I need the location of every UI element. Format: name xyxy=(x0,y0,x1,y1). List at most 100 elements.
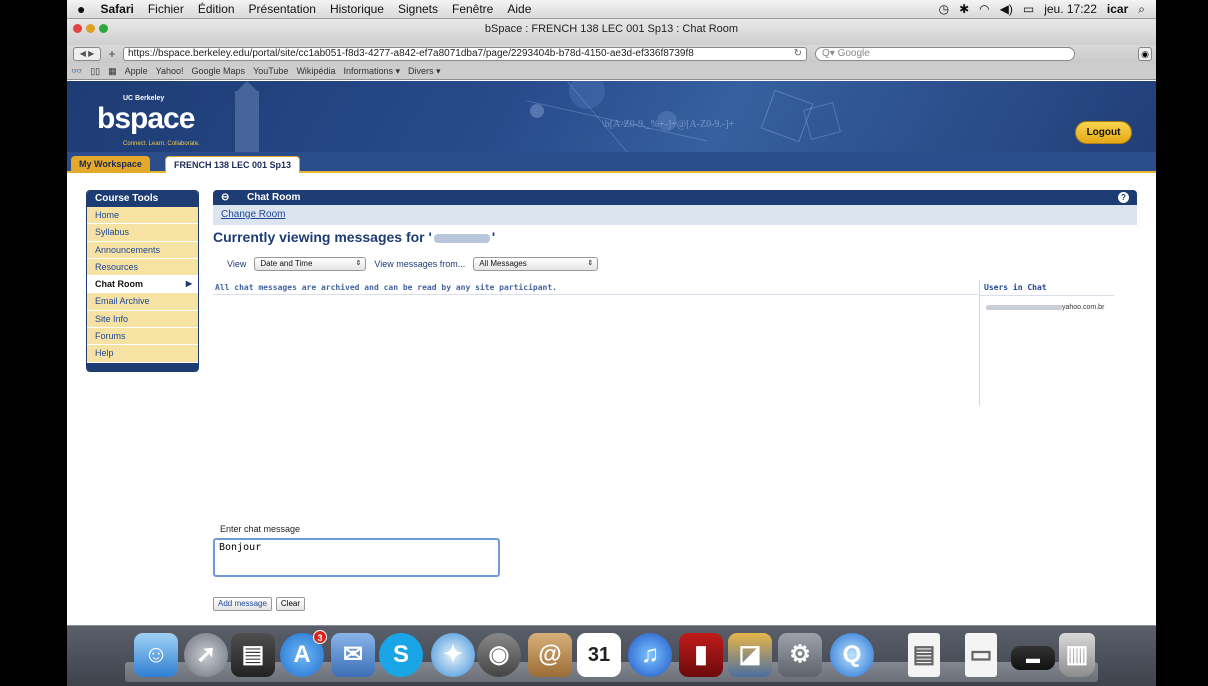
facetime-icon[interactable]: ◉ xyxy=(477,633,521,677)
bookmark-yahoo[interactable]: Yahoo! xyxy=(152,66,188,76)
volume-icon[interactable]: ◀) xyxy=(995,2,1018,16)
reset-icon[interactable]: ⊖ xyxy=(221,190,229,205)
bookmark-divers[interactable]: Divers ▾ xyxy=(404,66,445,77)
sidebar-item-label: Syllabus xyxy=(95,227,130,238)
help-icon[interactable]: ? xyxy=(1118,192,1129,203)
menu-signets[interactable]: Signets xyxy=(391,2,445,16)
top-sites-icon[interactable]: ▦ xyxy=(104,66,121,77)
logo-text: bspace xyxy=(97,102,195,135)
user-entry: yahoo.com.br xyxy=(980,296,1114,311)
sidebar-item-help[interactable]: Help xyxy=(87,345,198,363)
launchpad-icon[interactable]: ➚ xyxy=(184,633,228,677)
menu-fichier[interactable]: Fichier xyxy=(141,2,191,16)
sidebar-item-label: Site Info xyxy=(95,313,129,324)
sidebar-item-home[interactable]: Home xyxy=(87,207,198,225)
view-filters: View Date and Time ⇕ View messages from.… xyxy=(227,257,606,271)
clear-button[interactable]: Clear xyxy=(275,597,306,611)
trash-icon[interactable]: ▥ xyxy=(1059,633,1095,677)
chat-room-title: Chat Room xyxy=(247,192,301,203)
redacted-room-name xyxy=(433,233,490,243)
mail-icon[interactable]: ✉ xyxy=(331,633,375,677)
reload-icon[interactable]: ↻ xyxy=(794,48,802,60)
safari-icon[interactable]: ✦ xyxy=(431,633,475,677)
menu-edition[interactable]: Édition xyxy=(191,2,242,16)
view-select[interactable]: Date and Time ⇕ xyxy=(254,257,367,271)
system-preferences-icon[interactable]: ⚙ xyxy=(778,633,822,677)
bookmark-wikipedia[interactable]: Wikipédia xyxy=(292,66,339,76)
sidebar-item-email-archive[interactable]: Email Archive xyxy=(87,293,198,311)
spotlight-icon[interactable]: ⌕ xyxy=(1133,2,1150,17)
downloads-stack-icon[interactable]: ▬ xyxy=(1011,646,1055,670)
tab-french-138[interactable]: FRENCH 138 LEC 001 Sp13 xyxy=(165,156,301,173)
search-field[interactable]: Q▾ Google xyxy=(815,47,1075,61)
add-message-button[interactable]: Add message xyxy=(213,597,272,611)
add-bookmark-button[interactable]: + xyxy=(105,47,119,61)
time-machine-icon[interactable]: ◷ xyxy=(934,2,954,16)
select-arrows-icon: ⇕ xyxy=(587,260,594,267)
apple-menu-icon[interactable]: ● xyxy=(67,1,93,17)
bookmark-youtube[interactable]: YouTube xyxy=(249,66,292,76)
file-icon[interactable]: ▭ xyxy=(965,633,997,677)
bluetooth-icon[interactable]: ✱ xyxy=(954,2,974,16)
sidebar-item-label: Forums xyxy=(95,331,126,342)
documents-stack-icon[interactable]: ▤ xyxy=(908,633,940,677)
contacts-icon[interactable]: @ xyxy=(528,633,572,677)
redacted-user xyxy=(986,304,1062,310)
app-menu[interactable]: Safari xyxy=(93,2,140,16)
browser-toolbar: ◀ ▶ + https://bspace.berkeley.edu/portal… xyxy=(67,45,1156,63)
logout-button[interactable]: Logout xyxy=(1075,121,1132,144)
battery-icon[interactable]: ▭ xyxy=(1018,2,1039,16)
sidebar-item-label: Announcements xyxy=(95,244,161,255)
heading-suffix: ' xyxy=(491,229,496,245)
address-bar[interactable]: https://bspace.berkeley.edu/portal/site/… xyxy=(123,47,807,61)
quicktime-icon[interactable]: Q xyxy=(830,633,874,677)
menu-fenetre[interactable]: Fenêtre xyxy=(445,2,500,16)
app-store-icon[interactable]: A3 xyxy=(280,630,327,677)
bookmark-informations[interactable]: Informations ▾ xyxy=(339,66,404,77)
svg-text:\b[A-Z0-9._%+-]+@[A-Z0-9.-]+: \b[A-Z0-9._%+-]+@[A-Z0-9.-]+ xyxy=(602,119,735,130)
sidebar-item-site-info[interactable]: Site Info xyxy=(87,310,198,329)
window-titlebar: bSpace : FRENCH 138 LEC 001 Sp13 : Chat … xyxy=(67,19,1156,45)
photo-booth-icon[interactable]: ▮ xyxy=(679,633,723,677)
downloads-icon[interactable]: ◉ xyxy=(1138,47,1152,61)
view-select-value: Date and Time xyxy=(260,259,313,268)
tagline: Connect. Learn. Collaborate. xyxy=(123,141,200,147)
finder-icon[interactable]: ☺ xyxy=(134,633,178,677)
bookmark-google-maps[interactable]: Google Maps xyxy=(188,66,250,76)
bookmarks-icon[interactable]: ▯▯ xyxy=(86,66,104,77)
reading-list-icon[interactable]: 👓 xyxy=(67,66,86,77)
select-arrows-icon: ⇕ xyxy=(355,260,362,267)
current-arrow-icon: ▶ xyxy=(185,279,192,289)
bookmarks-bar: 👓 ▯▯ ▦ Apple Yahoo! Google Maps YouTube … xyxy=(67,63,1156,80)
clock[interactable]: jeu. 17:22 xyxy=(1039,2,1102,16)
menu-presentation[interactable]: Présentation xyxy=(242,2,323,16)
itunes-icon[interactable]: ♫ xyxy=(628,633,672,677)
sidebar-item-chat-room[interactable]: Chat Room ▶ xyxy=(87,276,198,294)
banner-decoration: \b[A-Z0-9._%+-]+@[A-Z0-9.-]+ xyxy=(235,81,841,152)
iphoto-icon[interactable]: ◪ xyxy=(728,633,772,677)
menu-historique[interactable]: Historique xyxy=(323,2,391,16)
sidebar-title: Course Tools xyxy=(87,191,198,207)
wifi-icon[interactable]: ◠ xyxy=(974,2,994,16)
dashboard-icon[interactable]: ▤ xyxy=(231,633,275,677)
user-menu[interactable]: icar xyxy=(1102,2,1133,16)
user-email-domain: yahoo.com.br xyxy=(1062,304,1105,311)
users-title: Users in Chat xyxy=(980,280,1114,296)
dock: ☺ ➚ ▤ A3 ✉ S ✦ ◉ @ 31 ♫ ▮ ◪ ⚙ Q ▤ ▭ ▬ ▥ xyxy=(67,625,1156,686)
bookmark-apple[interactable]: Apple xyxy=(121,66,152,76)
change-room-link[interactable]: Change Room xyxy=(221,209,285,220)
sidebar-item-label: Email Archive xyxy=(95,296,150,307)
chat-room-header: ⊖ Chat Room ? xyxy=(213,190,1137,205)
sidebar-item-forums[interactable]: Forums xyxy=(87,328,198,346)
notification-badge: 3 xyxy=(313,630,327,644)
calendar-icon[interactable]: 31 xyxy=(577,633,621,677)
tab-my-workspace[interactable]: My Workspace xyxy=(71,156,150,173)
menu-aide[interactable]: Aide xyxy=(500,2,538,16)
skype-icon[interactable]: S xyxy=(379,633,423,677)
sidebar-item-resources[interactable]: Resources xyxy=(87,258,198,277)
sidebar-item-syllabus[interactable]: Syllabus xyxy=(87,224,198,242)
chat-message-input[interactable]: Bonjour xyxy=(213,538,500,577)
messages-from-select[interactable]: All Messages ⇕ xyxy=(473,257,599,271)
sidebar-item-announcements[interactable]: Announcements xyxy=(87,241,198,259)
back-forward-buttons[interactable]: ◀ ▶ xyxy=(73,47,101,61)
